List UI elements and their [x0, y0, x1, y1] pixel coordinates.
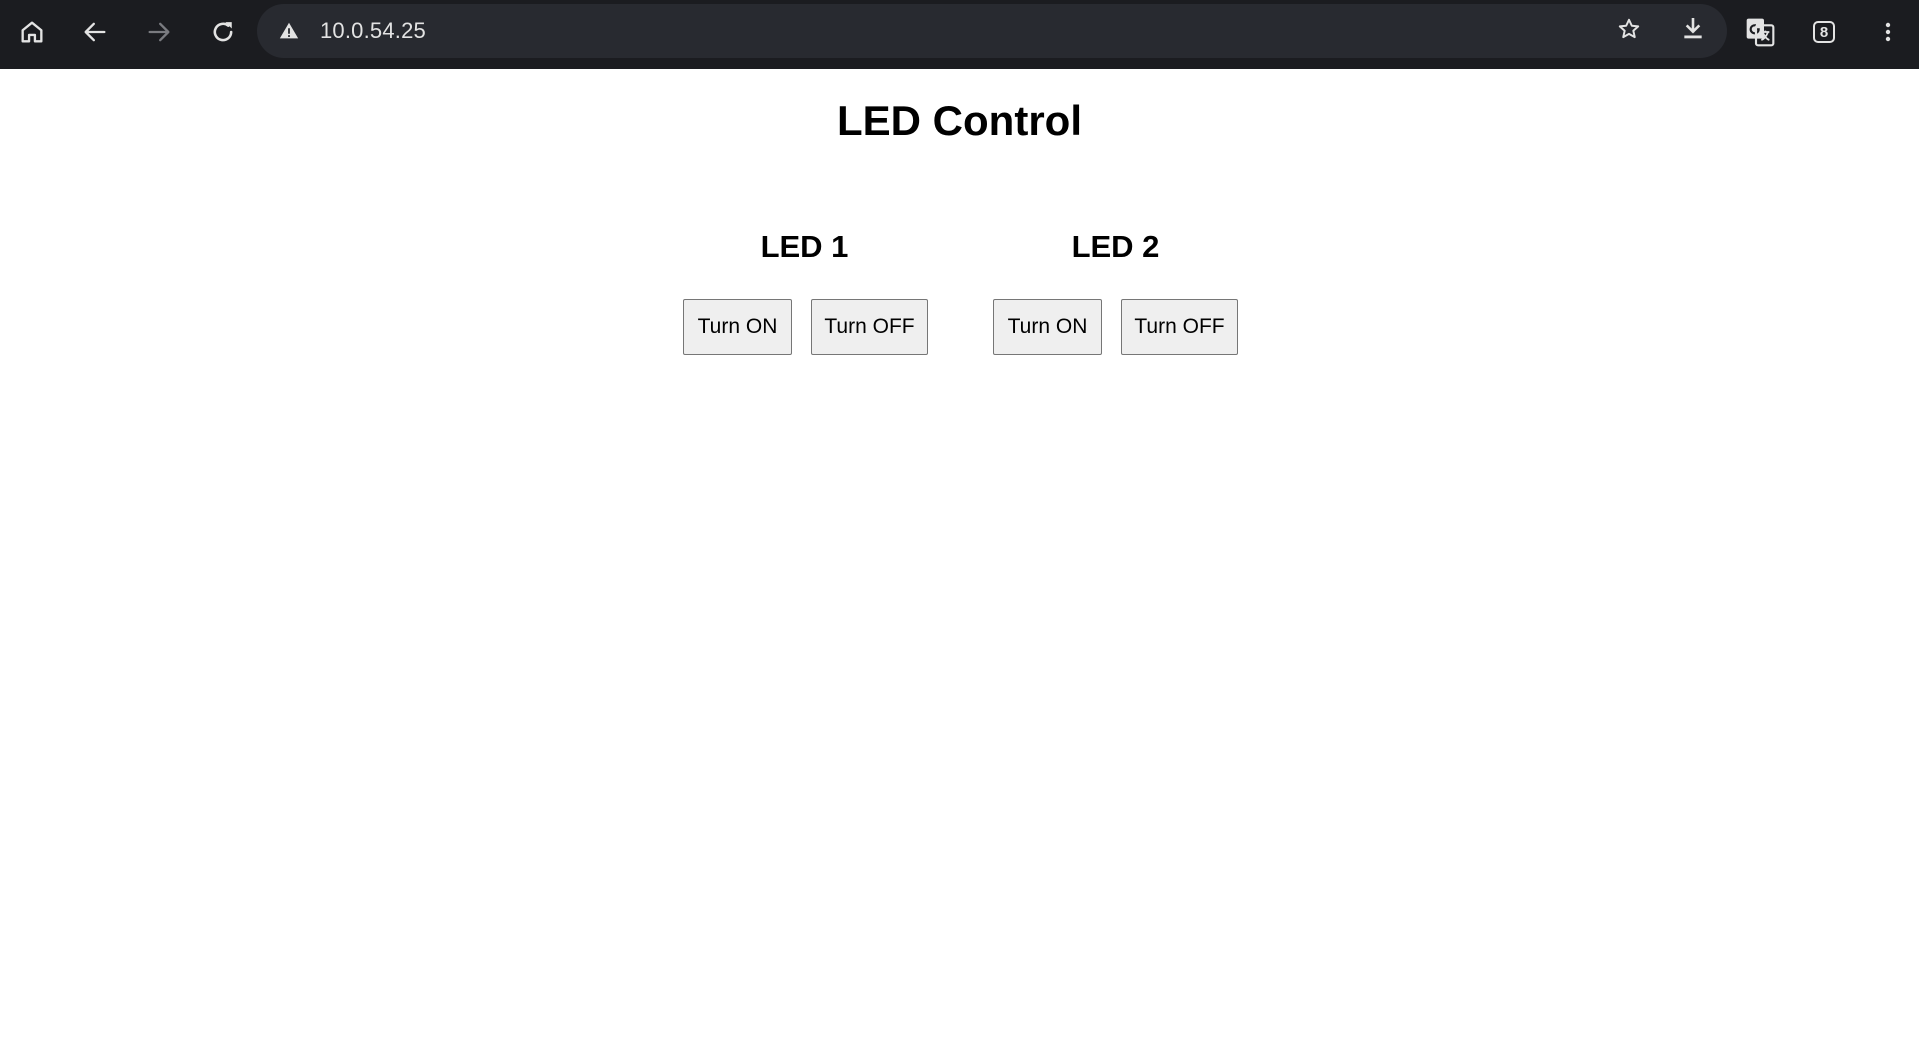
- led-1-buttons: Turn ON Turn OFF: [683, 299, 928, 355]
- home-icon: [18, 18, 46, 46]
- arrow-left-icon: [81, 18, 109, 46]
- led-2-turn-off-button[interactable]: Turn OFF: [1121, 299, 1238, 355]
- led-1-turn-on-button[interactable]: Turn ON: [683, 299, 792, 355]
- home-button[interactable]: [12, 12, 52, 52]
- forward-button[interactable]: [139, 12, 179, 52]
- browser-toolbar: 10.0.54.25 8: [0, 0, 1919, 69]
- download-button[interactable]: [1673, 11, 1713, 51]
- translate-icon: [1744, 16, 1776, 48]
- warning-triangle-icon[interactable]: [277, 19, 301, 43]
- led-2-buttons: Turn ON Turn OFF: [993, 299, 1238, 355]
- reload-button[interactable]: [203, 12, 243, 52]
- menu-button[interactable]: [1868, 12, 1908, 52]
- led-2-turn-on-button[interactable]: Turn ON: [993, 299, 1102, 355]
- bookmark-button[interactable]: [1609, 11, 1649, 51]
- reload-icon: [209, 18, 237, 46]
- page-content: LED Control LED 1 Turn ON Turn OFF LED 2…: [0, 69, 1919, 1044]
- more-vertical-icon: [1876, 18, 1900, 46]
- arrow-right-icon: [145, 18, 173, 46]
- led-1-title: LED 1: [760, 229, 849, 264]
- led-2-group: LED 2 Turn ON Turn OFF: [993, 227, 1238, 355]
- led-2-title: LED 2: [1071, 229, 1160, 264]
- url-text[interactable]: 10.0.54.25: [320, 4, 426, 58]
- led-1-turn-off-button[interactable]: Turn OFF: [811, 299, 928, 355]
- back-button[interactable]: [75, 12, 115, 52]
- star-icon: [1616, 16, 1642, 47]
- led-1-group: LED 1 Turn ON Turn OFF: [683, 227, 928, 355]
- tab-switcher-icon: 8: [1813, 21, 1835, 43]
- download-icon: [1680, 16, 1706, 47]
- page-title: LED Control: [837, 97, 1082, 144]
- translate-button[interactable]: [1740, 12, 1780, 52]
- tab-switcher-button[interactable]: 8: [1804, 12, 1844, 52]
- address-bar[interactable]: 10.0.54.25: [257, 4, 1727, 58]
